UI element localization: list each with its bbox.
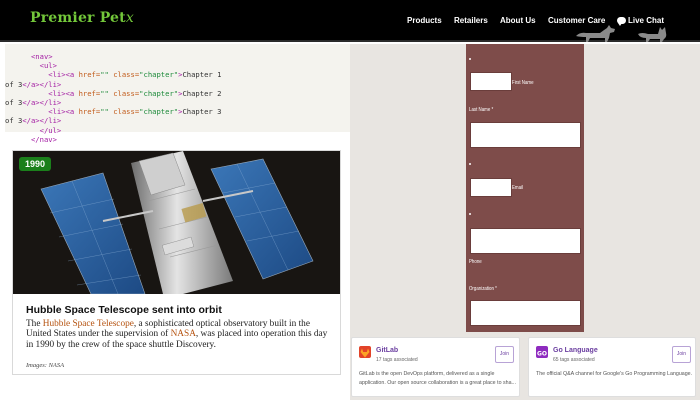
code-text: <nav> <ul> <li><a href="" class="chapter…	[5, 52, 221, 144]
required-dot	[469, 213, 471, 215]
first-name-input[interactable]	[470, 72, 512, 91]
community-tags: 17 tags associated	[376, 357, 418, 363]
phone-input[interactable]	[470, 228, 581, 254]
logo-text: Premier Pet	[30, 10, 126, 26]
svg-text:GO: GO	[537, 351, 547, 358]
year-badge: 1990	[19, 157, 52, 171]
join-button[interactable]: Join	[495, 346, 514, 363]
code-line: <li><a href="" class="chapter">Chapter 1	[5, 70, 222, 80]
code-line: <li><a href="" class="chapter">Chapter 2	[5, 88, 222, 98]
code-line: <li><a href="" class="chapter">Chapter 3	[5, 107, 222, 117]
card-title[interactable]: Hubble Space Telescope sent into orbit	[26, 304, 222, 316]
join-button[interactable]: Join	[672, 346, 691, 363]
community-tags: 65 tags associated	[553, 357, 595, 363]
inline-link[interactable]: NASA	[171, 329, 196, 339]
card-description: The Hubble Space Telescope, a sophistica…	[26, 319, 332, 350]
image-credit: Images: NASA	[26, 362, 65, 369]
last-name-input[interactable]	[470, 122, 581, 148]
organization-input[interactable]	[470, 300, 581, 326]
chat-bubble-icon	[617, 17, 626, 26]
required-dot	[469, 163, 471, 165]
site-header: Premier Petx Products Retailers About Us…	[0, 0, 700, 42]
code-snippet: <nav> <ul> <li><a href="" class="chapter…	[5, 44, 350, 144]
community-name[interactable]: Go Language	[553, 347, 598, 354]
cat-silhouette-icon	[634, 22, 670, 42]
code-line: of 3</a></li>	[5, 98, 62, 108]
dog-silhouette-icon	[574, 22, 618, 42]
code-line: <ul>	[5, 61, 57, 71]
community-description: GitLab is the open DevOps platform, deli…	[359, 371, 516, 386]
code-line: </nav>	[5, 134, 57, 144]
on-this-day-card[interactable]: 1990 Hubble Space Telescope sent into or…	[12, 150, 341, 375]
email-label: Email	[512, 185, 524, 191]
code-line: of 3</a></li>	[5, 116, 62, 126]
body-text: The	[26, 319, 43, 329]
community-card-go-language[interactable]: GO Go Language 65 tags associated Join T…	[528, 337, 696, 397]
phone-label: Phone	[469, 259, 482, 265]
nav-products[interactable]: Products	[407, 16, 442, 25]
last-name-label: Last Name *	[469, 107, 494, 113]
community-description: The official Q&A channel for Google's Go…	[536, 371, 693, 377]
contact-form: First Name Last Name * Email Phone Organ…	[466, 44, 584, 332]
code-line: <nav>	[5, 52, 53, 61]
email-input[interactable]	[470, 178, 512, 197]
hubble-telescope-image: 1990	[13, 151, 340, 294]
go-language-icon: GO	[536, 346, 548, 358]
premier-pet-logo[interactable]: Premier Petx	[30, 10, 134, 26]
nav-retailers[interactable]: Retailers	[454, 16, 488, 25]
first-name-label: First Name	[512, 80, 534, 86]
gitlab-icon	[359, 346, 371, 358]
code-line: </ul>	[5, 125, 62, 135]
community-card-gitlab[interactable]: GitLab 17 tags associated Join GitLab is…	[351, 337, 520, 397]
inline-link[interactable]: Hubble Space Telescope	[43, 319, 134, 329]
logo-swash: x	[125, 10, 134, 26]
organization-label: Organization *	[469, 286, 497, 292]
community-name[interactable]: GitLab	[376, 347, 398, 354]
code-line: of 3</a></li>	[5, 79, 62, 89]
required-dot	[469, 58, 471, 60]
nav-about-us[interactable]: About Us	[500, 16, 536, 25]
